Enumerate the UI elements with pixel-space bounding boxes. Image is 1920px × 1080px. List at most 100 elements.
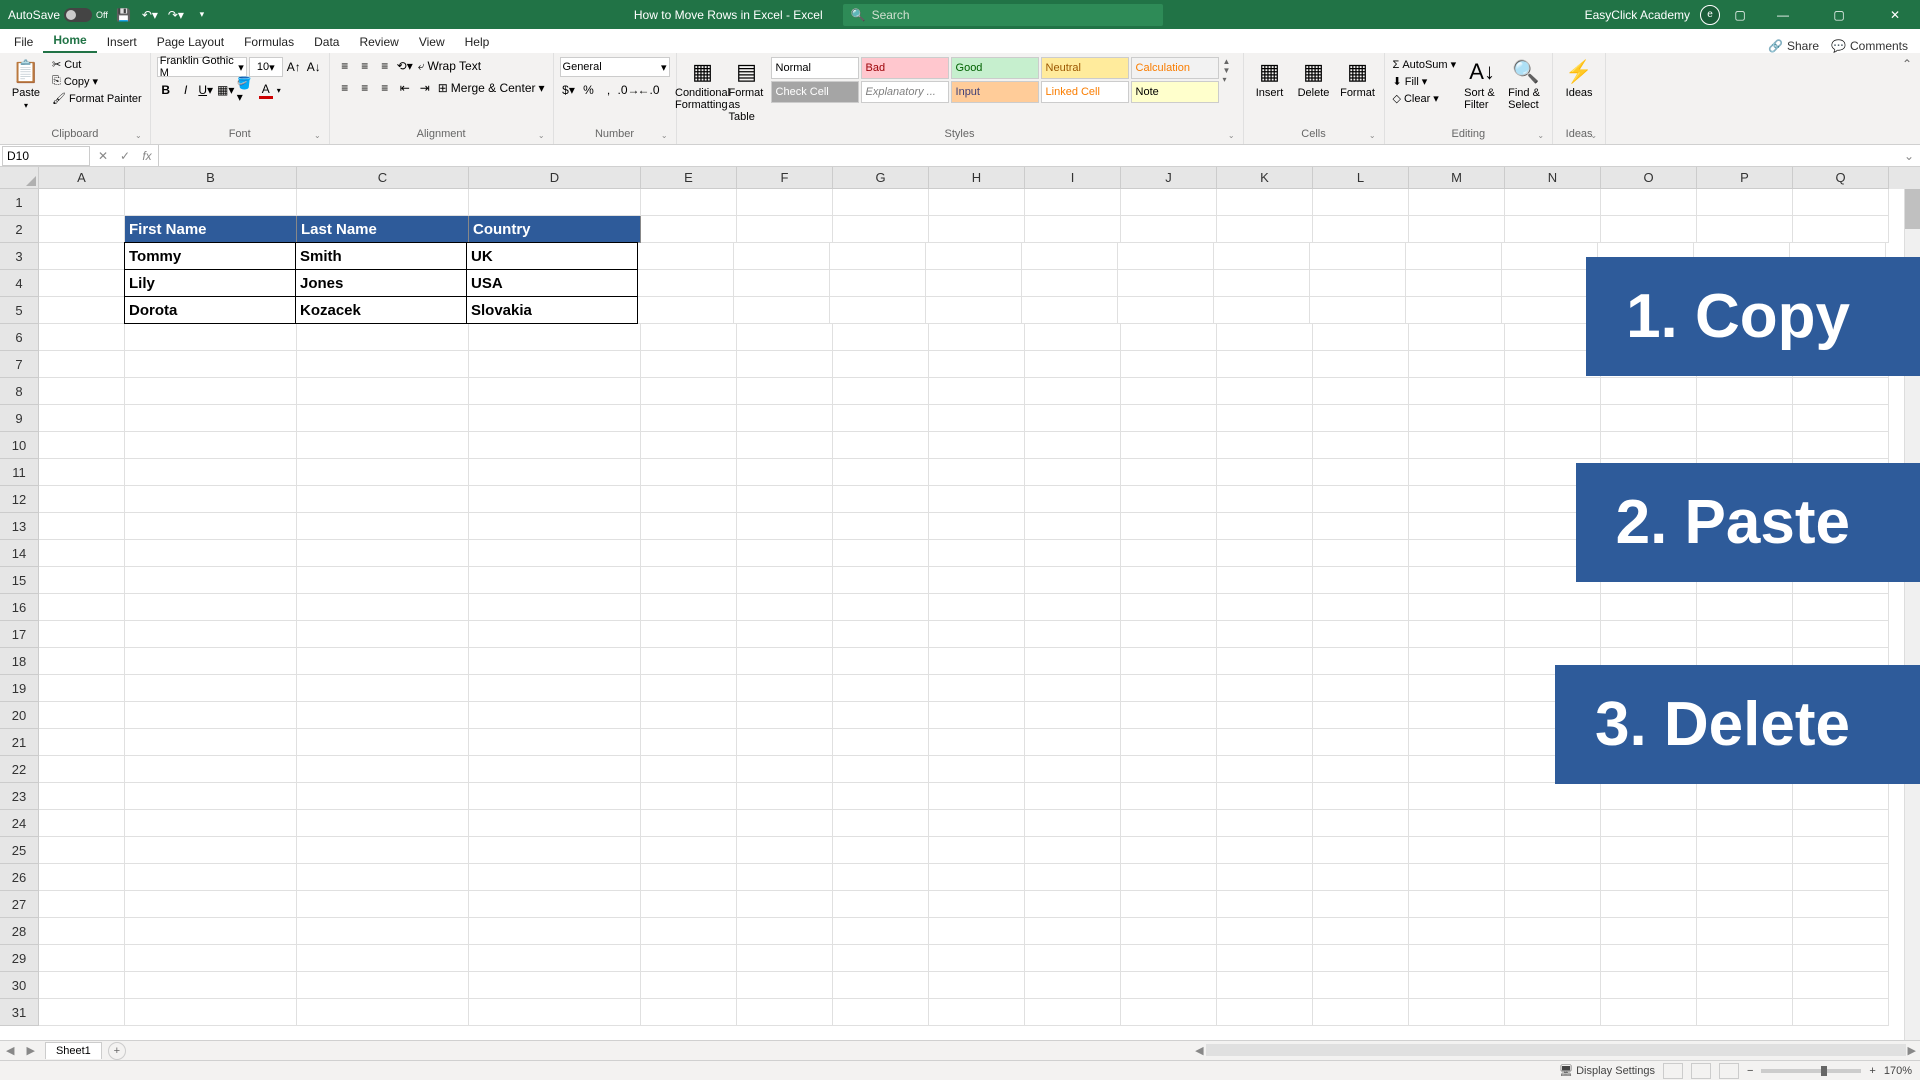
cell-H9[interactable] xyxy=(929,405,1025,432)
cell-L30[interactable] xyxy=(1313,972,1409,999)
cell-D29[interactable] xyxy=(469,945,641,972)
style-bad[interactable]: Bad xyxy=(861,57,949,79)
cell-H1[interactable] xyxy=(929,189,1025,216)
cell-H3[interactable] xyxy=(926,243,1022,270)
cell-A17[interactable] xyxy=(39,621,125,648)
cell-A25[interactable] xyxy=(39,837,125,864)
col-header-N[interactable]: N xyxy=(1505,167,1601,189)
cell-L22[interactable] xyxy=(1313,756,1409,783)
cell-N25[interactable] xyxy=(1505,837,1601,864)
cell-C11[interactable] xyxy=(297,459,469,486)
cell-D31[interactable] xyxy=(469,999,641,1026)
cell-B25[interactable] xyxy=(125,837,297,864)
cell-I7[interactable] xyxy=(1025,351,1121,378)
cell-L27[interactable] xyxy=(1313,891,1409,918)
cell-L1[interactable] xyxy=(1313,189,1409,216)
cell-C25[interactable] xyxy=(297,837,469,864)
cell-J7[interactable] xyxy=(1121,351,1217,378)
cell-B29[interactable] xyxy=(125,945,297,972)
underline-button[interactable]: U▾ xyxy=(197,81,215,99)
cell-P2[interactable] xyxy=(1697,216,1793,243)
cell-J30[interactable] xyxy=(1121,972,1217,999)
cell-G16[interactable] xyxy=(833,594,929,621)
cell-styles-gallery[interactable]: Normal Bad Good Neutral Calculation Chec… xyxy=(771,57,1219,103)
cell-J20[interactable] xyxy=(1121,702,1217,729)
cell-D24[interactable] xyxy=(469,810,641,837)
cell-M11[interactable] xyxy=(1409,459,1505,486)
cell-C19[interactable] xyxy=(297,675,469,702)
col-header-Q[interactable]: Q xyxy=(1793,167,1889,189)
cell-M30[interactable] xyxy=(1409,972,1505,999)
cell-B10[interactable] xyxy=(125,432,297,459)
cell-B23[interactable] xyxy=(125,783,297,810)
cell-K25[interactable] xyxy=(1217,837,1313,864)
cell-K20[interactable] xyxy=(1217,702,1313,729)
ribbon-display-icon[interactable]: ▢ xyxy=(1730,5,1750,25)
cell-L3[interactable] xyxy=(1310,243,1406,270)
cell-C14[interactable] xyxy=(297,540,469,567)
cell-F17[interactable] xyxy=(737,621,833,648)
cell-J18[interactable] xyxy=(1121,648,1217,675)
cell-K23[interactable] xyxy=(1217,783,1313,810)
cell-N27[interactable] xyxy=(1505,891,1601,918)
cell-C15[interactable] xyxy=(297,567,469,594)
row-header-29[interactable]: 29 xyxy=(0,945,39,972)
cell-D7[interactable] xyxy=(469,351,641,378)
cell-E26[interactable] xyxy=(641,864,737,891)
cell-G17[interactable] xyxy=(833,621,929,648)
decrease-decimal-button[interactable]: ←.0 xyxy=(640,81,658,99)
cell-J17[interactable] xyxy=(1121,621,1217,648)
undo-icon[interactable]: ↶▾ xyxy=(140,5,160,25)
normal-view-button[interactable] xyxy=(1663,1063,1683,1079)
cell-A1[interactable] xyxy=(39,189,125,216)
cell-N24[interactable] xyxy=(1505,810,1601,837)
cell-I21[interactable] xyxy=(1025,729,1121,756)
cell-E14[interactable] xyxy=(641,540,737,567)
cell-A28[interactable] xyxy=(39,918,125,945)
cell-E29[interactable] xyxy=(641,945,737,972)
cell-L26[interactable] xyxy=(1313,864,1409,891)
cell-E13[interactable] xyxy=(641,513,737,540)
cell-N10[interactable] xyxy=(1505,432,1601,459)
cell-E15[interactable] xyxy=(641,567,737,594)
cell-E18[interactable] xyxy=(641,648,737,675)
cell-J10[interactable] xyxy=(1121,432,1217,459)
cell-F7[interactable] xyxy=(737,351,833,378)
close-button[interactable]: ✕ xyxy=(1872,0,1918,29)
cell-B7[interactable] xyxy=(125,351,297,378)
col-header-L[interactable]: L xyxy=(1313,167,1409,189)
cell-L15[interactable] xyxy=(1313,567,1409,594)
cell-P26[interactable] xyxy=(1697,864,1793,891)
comma-format-button[interactable]: , xyxy=(600,81,618,99)
cell-A7[interactable] xyxy=(39,351,125,378)
cell-D9[interactable] xyxy=(469,405,641,432)
italic-button[interactable]: I xyxy=(177,81,195,99)
cell-I2[interactable] xyxy=(1025,216,1121,243)
cell-N1[interactable] xyxy=(1505,189,1601,216)
cell-L6[interactable] xyxy=(1313,324,1409,351)
cell-J1[interactable] xyxy=(1121,189,1217,216)
cell-F28[interactable] xyxy=(737,918,833,945)
cell-A2[interactable] xyxy=(39,216,125,243)
cell-M1[interactable] xyxy=(1409,189,1505,216)
cell-C1[interactable] xyxy=(297,189,469,216)
cell-Q1[interactable] xyxy=(1793,189,1889,216)
cell-I11[interactable] xyxy=(1025,459,1121,486)
row-header-3[interactable]: 3 xyxy=(0,243,39,270)
cell-C29[interactable] xyxy=(297,945,469,972)
col-header-P[interactable]: P xyxy=(1697,167,1793,189)
cell-A4[interactable] xyxy=(39,270,125,297)
comments-button[interactable]: 💬 Comments xyxy=(1831,39,1908,53)
cancel-formula-icon[interactable]: ✕ xyxy=(92,149,114,163)
cell-A18[interactable] xyxy=(39,648,125,675)
cell-D20[interactable] xyxy=(469,702,641,729)
cell-L14[interactable] xyxy=(1313,540,1409,567)
col-header-I[interactable]: I xyxy=(1025,167,1121,189)
row-header-7[interactable]: 7 xyxy=(0,351,39,378)
cell-G4[interactable] xyxy=(830,270,926,297)
cell-D6[interactable] xyxy=(469,324,641,351)
row-header-1[interactable]: 1 xyxy=(0,189,39,216)
style-check-cell[interactable]: Check Cell xyxy=(771,81,859,103)
cell-F12[interactable] xyxy=(737,486,833,513)
cell-C18[interactable] xyxy=(297,648,469,675)
